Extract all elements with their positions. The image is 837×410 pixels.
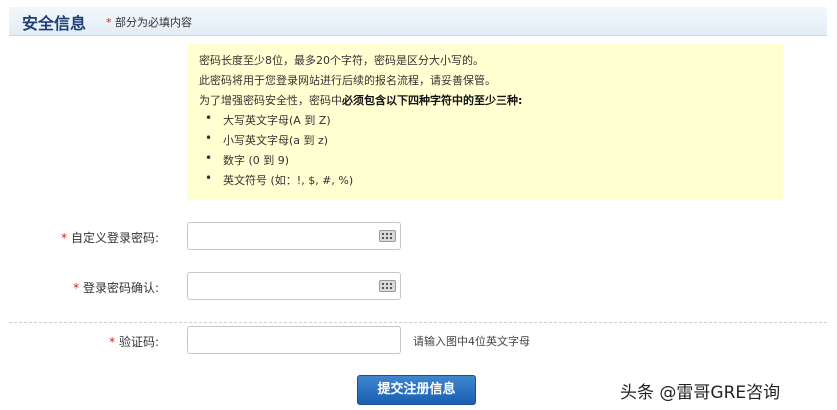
notice-strength-bold: 必须包含以下四种字符中的至少三种: [342,94,523,107]
rule-digits: 数字 (0 到 9) [203,151,289,168]
section-header: 安全信息 * 部分为必填内容 [9,7,827,36]
watermark: 头条 @雷哥GRE咨询 [620,383,781,403]
required-mark: * [106,16,112,29]
notice-line-strength: 为了增强密码安全性，密码中必须包含以下四种字符中的至少三种: [199,92,522,108]
divider [9,322,827,323]
notice-strength-prefix: 为了增强密码安全性，密码中 [199,94,342,107]
password-label: * 自定义登录密码: [61,231,159,245]
section-title: 安全信息 [22,14,87,33]
confirm-password-input[interactable] [187,272,401,300]
required-note-text: 部分为必填内容 [115,16,192,29]
captcha-input[interactable] [187,326,401,354]
required-note: * 部分为必填内容 [106,14,192,30]
captcha-label: * 验证码: [109,335,159,349]
confirm-password-label: * 登录密码确认: [73,281,159,295]
keyboard-icon[interactable] [379,280,396,292]
keyboard-icon[interactable] [379,230,396,242]
password-rules-notice: 密码长度至少8位，最多20个字符，密码是区分大小写的。 此密码将用于您登录网站进… [187,44,783,200]
rule-symbols: 英文符号 (如：!, $, #, %) [203,171,353,188]
submit-registration-button[interactable]: 提交注册信息 [357,375,476,405]
notice-line-usage: 此密码将用于您登录网站进行后续的报名流程，请妥善保管。 [199,74,496,87]
notice-line-length: 密码长度至少8位，最多20个字符，密码是区分大小写的。 [199,54,484,67]
rule-lowercase: 小写英文字母(a 到 z) [203,131,328,148]
captcha-hint: 请输入图中4位英文字母 [413,335,530,348]
password-input[interactable] [187,222,401,250]
rule-uppercase: 大写英文字母(A 到 Z) [203,111,331,128]
